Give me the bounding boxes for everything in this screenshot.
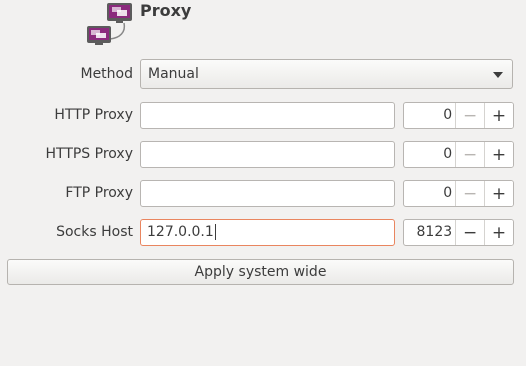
ftp-proxy-port-value[interactable]: 0 [404, 181, 455, 206]
page-title: Proxy [140, 1, 192, 20]
ftp-proxy-host-input[interactable] [140, 180, 395, 207]
text-cursor [214, 224, 216, 240]
apply-button-label: Apply system wide [194, 264, 327, 280]
method-dropdown[interactable]: Manual [140, 59, 513, 89]
ftp-port-increment-button[interactable]: + [484, 181, 513, 206]
network-proxy-icon [87, 3, 132, 45]
method-selected-value: Manual [148, 66, 199, 82]
http-proxy-host-input[interactable] [140, 102, 395, 129]
socks-port-spinner[interactable]: 8123 − + [403, 219, 514, 246]
http-proxy-port-value[interactable]: 0 [404, 103, 455, 128]
http-proxy-label: HTTP Proxy [54, 107, 133, 123]
http-proxy-port-spinner[interactable]: 0 − + [403, 102, 514, 129]
socks-host-label: Socks Host [56, 224, 133, 240]
ftp-proxy-port-spinner[interactable]: 0 − + [403, 180, 514, 207]
socks-host-value: 127.0.0.1 [147, 224, 214, 240]
http-port-decrement-button[interactable]: − [455, 103, 485, 128]
proxy-settings-pane: Proxy Method Manual HTTP Proxy 0 − + HTT… [0, 0, 526, 366]
https-proxy-port-value[interactable]: 0 [404, 142, 455, 167]
socks-port-increment-button[interactable]: + [484, 220, 513, 245]
https-proxy-port-spinner[interactable]: 0 − + [403, 141, 514, 168]
apply-system-wide-button[interactable]: Apply system wide [7, 259, 514, 285]
https-port-increment-button[interactable]: + [484, 142, 513, 167]
https-port-decrement-button[interactable]: − [455, 142, 485, 167]
socks-host-input[interactable]: 127.0.0.1 [140, 219, 395, 246]
https-proxy-host-input[interactable] [140, 141, 395, 168]
https-proxy-label: HTTPS Proxy [45, 146, 133, 162]
chevron-down-icon [493, 72, 503, 78]
socks-port-value[interactable]: 8123 [404, 220, 455, 245]
ftp-port-decrement-button[interactable]: − [455, 181, 485, 206]
ftp-proxy-label: FTP Proxy [65, 185, 133, 201]
socks-port-decrement-button[interactable]: − [455, 220, 485, 245]
method-label: Method [80, 66, 133, 82]
http-port-increment-button[interactable]: + [484, 103, 513, 128]
